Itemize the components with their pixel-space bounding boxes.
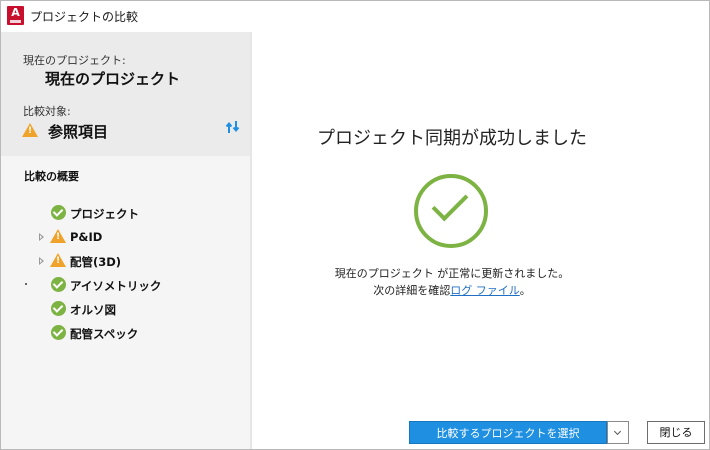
swap-arrows-icon[interactable]	[225, 119, 241, 135]
chevron-down-icon[interactable]	[607, 421, 629, 444]
sidebar: 現在のプロジェクト: 現在のプロジェクト 比較対象: 参照項目 比較の概要 プロ…	[1, 32, 250, 449]
update-message: 現在のプロジェクト が正常に更新されました。	[334, 267, 570, 280]
tree-item-label: 配管(3D)	[70, 255, 122, 269]
window-title: プロジェクトの比較	[30, 10, 139, 24]
tree-item-project[interactable]: プロジェクト	[51, 205, 231, 225]
project-info-panel: 現在のプロジェクト: 現在のプロジェクト 比較対象: 参照項目	[1, 32, 250, 156]
current-project-label: 現在のプロジェクト:	[23, 54, 126, 67]
tree-item-label: プロジェクト	[70, 207, 139, 221]
autocad-app-icon: A	[7, 6, 24, 25]
warning-icon	[22, 123, 38, 137]
tree-marker	[25, 283, 27, 285]
tree-item-ortho[interactable]: オルソ図	[51, 301, 231, 321]
tree-item-label: P&ID	[70, 230, 103, 244]
current-project-name: 現在のプロジェクト	[45, 70, 181, 88]
warning-triangle-icon	[50, 229, 66, 243]
compare-projects-dialog: A プロジェクトの比較 現在のプロジェクト: 現在のプロジェクト 比較対象: 参…	[0, 0, 710, 450]
chevron-right-icon[interactable]	[39, 233, 44, 241]
chevron-right-icon[interactable]	[39, 257, 44, 265]
check-circle-icon	[51, 325, 66, 340]
select-project-button[interactable]: 比較するプロジェクトを選択	[409, 421, 607, 444]
check-circle-icon	[51, 277, 66, 292]
tree-item-label: 配管スペック	[70, 327, 139, 341]
tree-item-piping-spec[interactable]: 配管スペック	[51, 325, 231, 345]
main-panel: プロジェクト同期が成功しました 現在のプロジェクト が正常に更新されました。 次…	[252, 32, 709, 449]
compare-target-name: 参照項目	[48, 123, 109, 141]
tree-item-label: アイソメトリック	[70, 279, 162, 293]
compare-target-label: 比較対象:	[23, 105, 71, 118]
tree-item-label: オルソ図	[70, 303, 116, 317]
check-circle-icon	[51, 205, 66, 220]
comparison-summary-title: 比較の概要	[24, 170, 79, 183]
tree-item-isometric[interactable]: アイソメトリック	[51, 277, 231, 297]
warning-triangle-icon	[50, 253, 66, 267]
tree-item-pid[interactable]: P&ID	[37, 229, 231, 249]
log-file-link[interactable]: ログ ファイル	[450, 284, 520, 297]
details-message: 次の詳細を確認ログ ファイル。	[373, 284, 531, 297]
check-circle-icon	[51, 301, 66, 316]
title-bar: A プロジェクトの比較	[1, 1, 709, 32]
tree-item-piping-3d[interactable]: 配管(3D)	[37, 253, 231, 273]
close-button[interactable]: 閉じる	[647, 421, 705, 444]
success-check-icon	[414, 174, 488, 248]
sync-success-headline: プロジェクト同期が成功しました	[317, 128, 587, 149]
